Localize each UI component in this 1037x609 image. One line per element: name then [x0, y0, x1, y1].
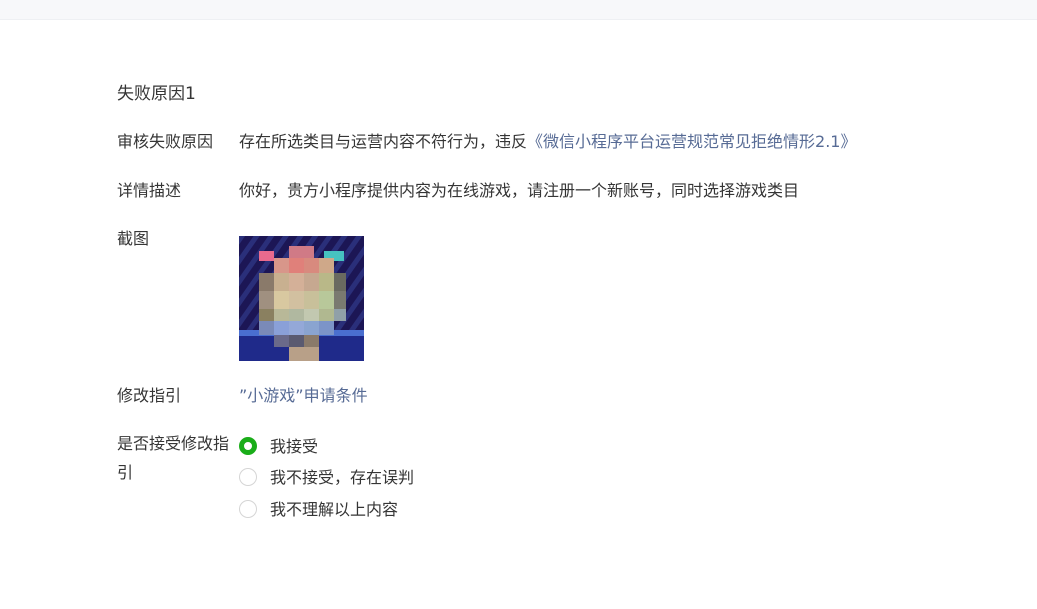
policy-link[interactable]: 《微信小程序平台运营规范常见拒绝情形2.1》: [527, 132, 856, 151]
accept-label: 是否接受修改指引: [117, 434, 230, 482]
detail-label: 详情描述: [117, 181, 182, 200]
pixelated-screenshot-image: [239, 236, 364, 361]
option-dont-understand-label: 我不理解以上内容: [270, 500, 399, 519]
section-title: 失败原因1: [117, 84, 196, 104]
radio-reject[interactable]: [239, 468, 257, 486]
top-bar: [0, 0, 1037, 20]
detail-text: 你好，贵方小程序提供内容为在线游戏，请注册一个新账号，同时选择游戏类目: [239, 181, 800, 200]
reason-text: 存在所选类目与运营内容不符行为，违反: [239, 132, 528, 151]
screenshot-thumbnail[interactable]: [239, 236, 364, 361]
radio-dont-understand[interactable]: [239, 500, 257, 518]
guide-label: 修改指引: [117, 386, 182, 405]
option-accept-label: 我接受: [270, 437, 319, 456]
reason-label: 审核失败原因: [117, 132, 214, 151]
reason-value: 存在所选类目与运营内容不符行为，违反《微信小程序平台运营规范常见拒绝情形2.1》: [239, 131, 856, 153]
guide-link[interactable]: ”小游戏”申请条件: [239, 385, 368, 407]
screenshot-label: 截图: [117, 229, 150, 248]
option-reject-label: 我不接受，存在误判: [270, 468, 415, 487]
radio-accept[interactable]: [239, 437, 257, 455]
